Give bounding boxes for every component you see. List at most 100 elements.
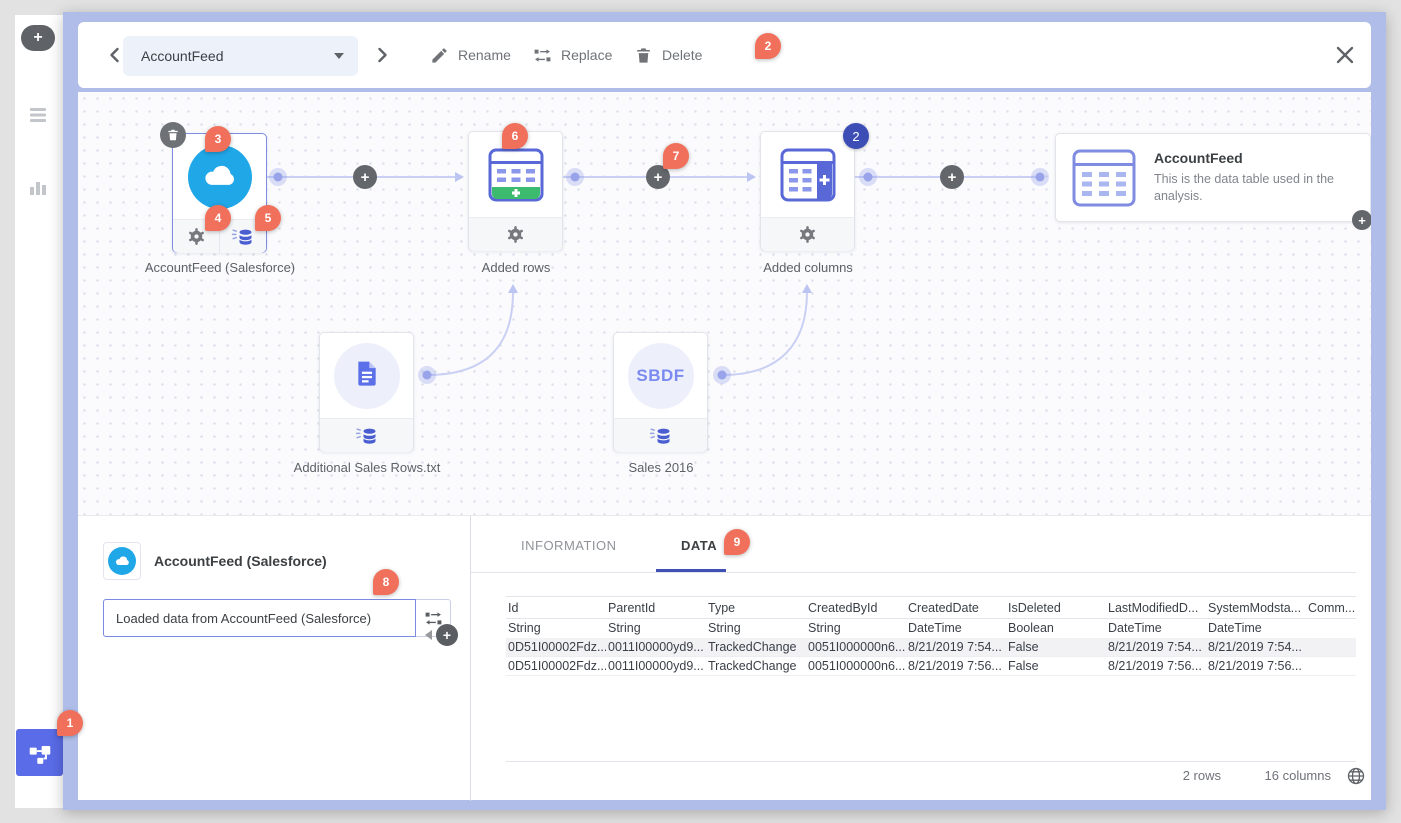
column-header: Id xyxy=(506,596,606,619)
database-refresh-icon xyxy=(355,424,379,448)
node-sales-2016[interactable]: SBDF xyxy=(613,332,708,452)
operation-input[interactable] xyxy=(103,599,416,637)
data-table-icon[interactable] xyxy=(26,103,50,127)
data-table-icon xyxy=(1072,149,1136,206)
gear-icon xyxy=(187,227,206,246)
cell: 8/21/2019 7:56... xyxy=(906,656,1006,676)
cloud-icon xyxy=(187,144,252,209)
visualization-types-icon[interactable] xyxy=(26,175,50,199)
gear-icon xyxy=(506,225,525,244)
data-canvas-button[interactable] xyxy=(16,729,63,776)
detail-section: AccountFeed (Salesforce) 8 + INFORMATION… xyxy=(78,515,1371,801)
rename-button[interactable]: Rename xyxy=(430,40,511,70)
node-label: AccountFeed (Salesforce) xyxy=(144,260,296,275)
column-type: String xyxy=(608,621,641,636)
trash-icon xyxy=(634,46,653,65)
column-type: DateTime xyxy=(908,621,962,636)
annotation-pin-8: 8 xyxy=(373,569,399,595)
table-footer-divider xyxy=(506,761,1356,762)
dialog-body: AccountFeed (Salesforce) 3 4 5 Added row… xyxy=(78,92,1371,801)
cell: TrackedChange xyxy=(706,656,806,676)
node-refresh-data-button[interactable] xyxy=(614,419,707,452)
globe-icon[interactable] xyxy=(1346,766,1366,786)
annotation-pin-9: 9 xyxy=(724,529,750,555)
selected-table-label: AccountFeed xyxy=(141,48,224,64)
replace-label: Replace xyxy=(561,47,613,63)
add-button[interactable]: + xyxy=(21,25,55,51)
column-header: LastModifiedD... xyxy=(1106,596,1206,619)
data-canvas-dialog: AccountFeed Rename Replace Delete 2 Acco… xyxy=(63,12,1386,810)
column-type: String xyxy=(808,621,841,636)
tab-information[interactable]: INFORMATION xyxy=(521,538,617,553)
final-table-description: This is the data table used in the analy… xyxy=(1154,172,1334,203)
cell: 8/21/2019 7:56... xyxy=(1106,656,1206,676)
cell: 0011I00000yd9... xyxy=(606,656,706,676)
add-rows-icon xyxy=(488,148,543,201)
add-output-button[interactable]: + xyxy=(1352,210,1371,230)
annotation-pin-5: 5 xyxy=(255,205,281,231)
replace-button[interactable]: Replace xyxy=(533,40,612,70)
node-settings-button[interactable] xyxy=(469,218,562,251)
insert-transformation-button[interactable]: + xyxy=(353,165,377,189)
node-label: Added rows xyxy=(481,260,551,275)
node-label: Added columns xyxy=(763,260,853,275)
annotation-pin-7: 7 xyxy=(663,143,689,169)
data-table-viewport[interactable]: Id ParentId Type CreatedById CreatedDate IsDe… xyxy=(506,596,1356,716)
node-added-columns[interactable] xyxy=(760,131,855,251)
node-additional-sales-rows[interactable] xyxy=(319,332,414,452)
annotation-pin-3: 3 xyxy=(205,126,231,152)
data-canvas-flow-icon xyxy=(27,740,53,766)
node-settings-button[interactable] xyxy=(761,218,854,251)
column-header: Comm... xyxy=(1306,596,1356,619)
final-table-title: AccountFeed xyxy=(1154,150,1243,167)
cell: 8/21/2019 7:54... xyxy=(1106,637,1206,657)
delete-label: Delete xyxy=(662,47,703,63)
trash-icon xyxy=(166,128,180,142)
detail-title: AccountFeed (Salesforce) xyxy=(154,553,327,569)
node-graph-canvas[interactable]: AccountFeed (Salesforce) 3 4 5 Added row… xyxy=(78,92,1371,515)
table-selector-dropdown[interactable]: AccountFeed xyxy=(123,36,358,76)
cell xyxy=(1306,637,1356,657)
cloud-icon xyxy=(108,547,136,575)
cell: 0051I000000n6... xyxy=(806,656,906,676)
add-columns-icon xyxy=(780,148,835,201)
column-type xyxy=(1306,619,1356,638)
delete-node-button[interactable] xyxy=(160,122,186,148)
close-dialog-button[interactable] xyxy=(1331,41,1359,69)
document-icon xyxy=(351,357,383,394)
added-columns-count-badge: 2 xyxy=(843,123,869,149)
annotation-pin-6: 6 xyxy=(502,123,528,149)
swap-icon xyxy=(424,609,443,628)
cell: 8/21/2019 7:56... xyxy=(1206,656,1306,676)
annotation-pin-2: 2 xyxy=(755,33,781,59)
close-icon xyxy=(1331,41,1359,69)
column-header: IsDeleted xyxy=(1006,596,1106,619)
cell: TrackedChange xyxy=(706,637,806,657)
cell: False xyxy=(1006,637,1106,657)
add-transformation-button[interactable]: + xyxy=(436,624,458,646)
database-refresh-icon xyxy=(231,225,255,249)
node-added-rows[interactable] xyxy=(468,131,563,251)
annotation-pin-4: 4 xyxy=(205,205,231,231)
row-count: 2 rows xyxy=(1182,768,1221,783)
column-type: String xyxy=(508,621,541,636)
node-final-table[interactable]: AccountFeed This is the data table used … xyxy=(1055,133,1371,222)
application-root: + 1 AccountFeed Rename Replace Delete 2 … xyxy=(0,0,1401,823)
column-header: Type xyxy=(706,596,806,619)
collapse-arrow-icon xyxy=(425,630,432,640)
column-header: ParentId xyxy=(606,596,706,619)
cell: False xyxy=(1006,656,1106,676)
insert-transformation-button[interactable]: + xyxy=(940,165,964,189)
sbdf-badge: SBDF xyxy=(636,365,685,385)
delete-button[interactable]: Delete xyxy=(634,40,702,70)
next-table-button[interactable] xyxy=(370,43,394,67)
cell: 8/21/2019 7:54... xyxy=(906,637,1006,657)
node-label: Sales 2016 xyxy=(628,460,694,475)
tab-data[interactable]: DATA xyxy=(681,538,717,553)
column-type: DateTime xyxy=(1208,621,1262,636)
column-type: Boolean xyxy=(1008,621,1054,636)
column-type: String xyxy=(708,621,741,636)
node-refresh-data-button[interactable] xyxy=(320,419,413,452)
cell: 0D51I00002Fdz... xyxy=(506,637,606,657)
dialog-toolbar: AccountFeed Rename Replace Delete 2 xyxy=(78,22,1371,88)
